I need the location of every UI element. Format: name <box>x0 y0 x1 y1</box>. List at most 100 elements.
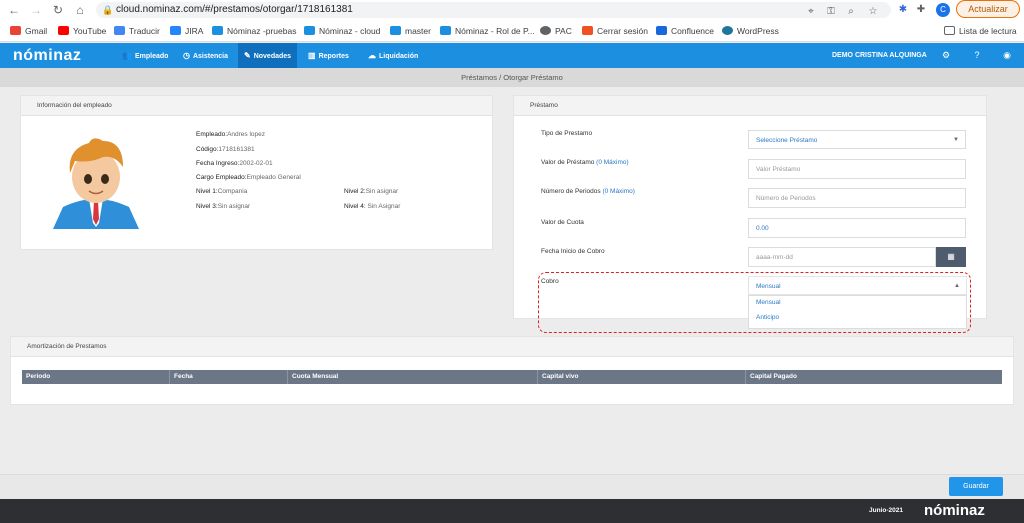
star-icon[interactable]: ☆ <box>866 5 880 19</box>
amortizacion-panel-header: Amortización de Prestamos <box>11 337 1013 357</box>
save-button[interactable]: Guardar <box>949 477 1003 496</box>
column-cuota-mensual[interactable]: Cuota Mensual <box>287 370 537 384</box>
bookmark-jira[interactable]: JIRA <box>170 24 203 38</box>
bookmark-wordpress[interactable]: WordPress <box>722 24 779 38</box>
home-icon[interactable]: ⌂ <box>72 2 88 18</box>
bookmark-cerrar-sesion[interactable]: Cerrar sesión <box>582 24 648 38</box>
cloud-icon <box>212 26 223 35</box>
nav-reportes[interactable]: ▥ Reportes <box>302 43 355 68</box>
field-fecha-ingreso: Fecha Ingreso:2002-02-01 <box>196 160 273 167</box>
cloud-upload-icon: ☁ <box>368 51 376 60</box>
confluence-icon <box>656 26 667 35</box>
user-name[interactable]: DEMO CRISTINA ALQUINGA <box>832 43 927 68</box>
valor-prestamo-input[interactable]: Valor Préstamo <box>748 159 966 179</box>
extension-icon[interactable]: ✱ <box>896 3 910 17</box>
browser-toolbar: ← → ↻ ⌂ 🔒 cloud.nominaz.com/#/prestamos/… <box>0 0 1024 20</box>
bookmark-nominaz-rol[interactable]: Nóminaz - Rol de P... <box>440 24 535 38</box>
reading-list-icon <box>944 26 955 35</box>
update-button[interactable]: Actualizar <box>956 0 1020 18</box>
column-capital-pagado[interactable]: Capital Pagado <box>745 370 1002 384</box>
amortizacion-table-header: Periodo Fecha Cuota Mensual Capital vivo… <box>22 370 1002 384</box>
employee-avatar <box>53 138 139 229</box>
field-codigo: Código:1718161381 <box>196 146 255 153</box>
profile-avatar[interactable]: C <box>936 3 950 17</box>
bar-chart-icon: ▥ <box>308 51 316 60</box>
settings-icon[interactable]: ⚙ <box>940 49 952 61</box>
field-cargo: Cargo Empleado:Empleado General <box>196 174 301 181</box>
cloud-icon <box>304 26 315 35</box>
loan-panel-header: Préstamo <box>514 96 986 116</box>
nav-asistencia[interactable]: ◷ Asistencia <box>177 43 234 68</box>
valor-cuota-input[interactable]: 0.00 <box>748 218 966 238</box>
youtube-icon <box>58 26 69 35</box>
bookmark-youtube[interactable]: YouTube <box>58 24 106 38</box>
field-nivel1: Nivel 1:Compania <box>196 188 248 195</box>
footer-logo: nóminaz <box>924 502 985 519</box>
bookmark-pac[interactable]: PAC <box>540 24 572 38</box>
column-fecha[interactable]: Fecha <box>169 370 287 384</box>
field-nivel3: Nivel 3:Sin asignar <box>196 203 251 210</box>
clock-icon: ◷ <box>183 51 190 60</box>
valor-prestamo-label: Valor de Préstamo (0 Máximo) <box>541 159 629 166</box>
bookmark-master[interactable]: master <box>390 24 431 38</box>
key-icon[interactable]: ⚿ <box>824 5 838 19</box>
cloud-icon <box>390 26 401 35</box>
bookmarks-bar: Gmail YouTube Traducir JIRA Nóminaz -pru… <box>0 20 1024 42</box>
globe-icon <box>540 26 551 35</box>
wordpress-icon <box>722 26 733 35</box>
microsoft-icon <box>582 26 593 35</box>
field-empleado: Empleado:Andres lopez <box>196 131 266 138</box>
bookmark-nominaz-pruebas[interactable]: Nóminaz -pruebas <box>212 24 296 38</box>
location-icon[interactable]: ⌖ <box>804 5 818 19</box>
employee-panel-header: Información del empleado <box>21 96 492 116</box>
nav-empleado[interactable]: 👥 Empleado <box>116 43 174 68</box>
jira-icon <box>170 26 181 35</box>
calendar-icon: ▦ <box>947 252 955 261</box>
field-nivel4: Nivel 4: Sin Asignar <box>344 203 401 210</box>
url-text: cloud.nominaz.com/#/prestamos/otorgar/17… <box>116 4 353 15</box>
bookmark-traducir[interactable]: Traducir <box>114 24 160 38</box>
footer-actions <box>0 474 1024 499</box>
column-periodo[interactable]: Periodo <box>22 370 169 384</box>
app-navbar: nóminaz 👥 Empleado ◷ Asistencia ✎ Novedades… <box>0 43 1024 68</box>
caret-down-icon: ▼ <box>953 137 959 143</box>
back-icon[interactable]: ← <box>6 2 22 18</box>
help-icon[interactable]: ? <box>971 49 983 61</box>
fecha-inicio-input[interactable]: aaaa-mm-dd <box>748 247 936 267</box>
field-nivel2: Nivel 2:Sin asignar <box>344 188 399 195</box>
nav-novedades[interactable]: ✎ Novedades <box>238 43 298 68</box>
bookmark-confluence[interactable]: Confluence <box>656 24 714 38</box>
valor-cuota-label: Valor de Cuota <box>541 219 584 226</box>
zoom-icon[interactable]: ⌕ <box>844 5 858 19</box>
gmail-icon <box>10 26 21 35</box>
user-account-icon[interactable]: ◉ <box>1001 49 1013 61</box>
breadcrumb: Préstamos / Otorgar Préstamo <box>461 73 563 82</box>
reload-icon[interactable]: ↻ <box>50 2 66 18</box>
employee-info-panel: Información del empleado Empleado:Andres… <box>20 95 493 250</box>
loan-panel-title: Préstamo <box>530 102 558 109</box>
nav-liquidacion[interactable]: ☁ Liquidación <box>362 43 424 68</box>
tipo-prestamo-label: Tipo de Prestamo <box>541 130 593 137</box>
puzzle-icon[interactable]: ✚ <box>914 3 928 17</box>
tipo-prestamo-select[interactable]: Seleccione Préstamo ▼ <box>748 130 966 149</box>
footer-date: Junio-2021 <box>869 507 903 514</box>
fecha-inicio-label: Fecha Inicio de Cobro <box>541 248 605 255</box>
cloud-icon <box>440 26 451 35</box>
translate-icon <box>114 26 125 35</box>
reading-list[interactable]: Lista de lectura <box>944 24 1017 38</box>
calendar-button[interactable]: ▦ <box>936 247 966 267</box>
numero-periodos-input[interactable]: Número de Periodos <box>748 188 966 208</box>
cobro-highlight-annotation <box>538 272 971 333</box>
users-icon: 👥 <box>122 51 132 60</box>
app-logo[interactable]: nóminaz <box>13 46 81 65</box>
amortizacion-panel-title: Amortización de Prestamos <box>27 343 107 350</box>
bookmark-nominaz-cloud[interactable]: Nóminaz - cloud <box>304 24 380 38</box>
employee-panel-title: Información del empleado <box>37 102 112 109</box>
address-bar[interactable]: 🔒 cloud.nominaz.com/#/prestamos/otorgar/… <box>96 2 891 18</box>
column-capital-vivo[interactable]: Capital vivo <box>537 370 745 384</box>
lock-icon: 🔒 <box>102 5 114 15</box>
bookmark-gmail[interactable]: Gmail <box>10 24 47 38</box>
numero-periodos-label: Número de Periodos (0 Máximo) <box>541 188 635 195</box>
edit-icon: ✎ <box>244 51 251 60</box>
forward-icon[interactable]: → <box>28 2 44 18</box>
